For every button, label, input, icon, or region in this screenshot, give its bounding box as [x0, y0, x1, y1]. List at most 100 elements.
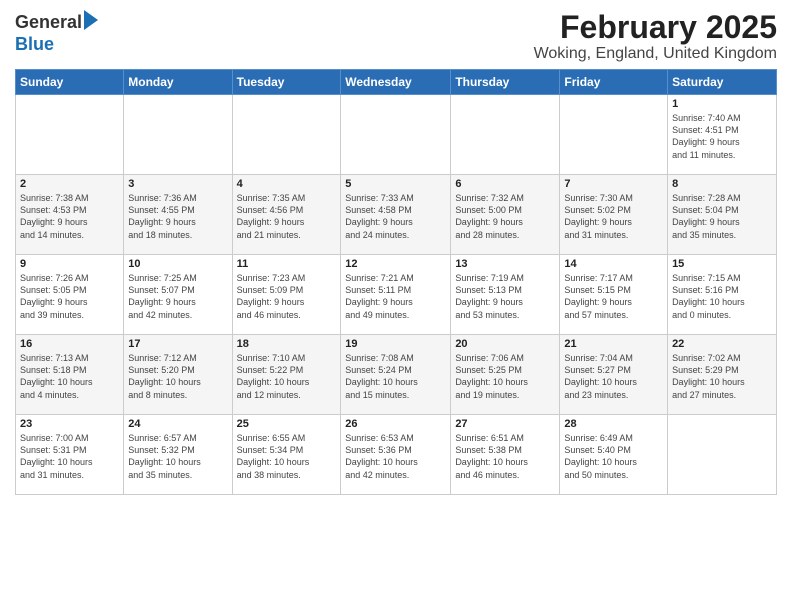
day-number: 27 [455, 418, 555, 430]
calendar-cell: 21 Sunrise: 7:04 AM Sunset: 5:27 PM Dayli… [560, 335, 668, 415]
calendar-cell [451, 95, 560, 175]
calendar-cell: 23Sunrise: 7:00 AM Sunset: 5:31 PM Dayli… [16, 415, 124, 495]
calendar-cell: 22 Sunrise: 7:02 AM Sunset: 5:29 PM Dayli… [668, 335, 777, 415]
day-number: 7 [564, 178, 663, 190]
calendar-cell: 7 Sunrise: 7:30 AM Sunset: 5:02 PM Daylig… [560, 175, 668, 255]
header: General Blue February 2025 Woking, Engla… [15, 10, 777, 63]
calendar-cell: 28 Sunrise: 6:49 AM Sunset: 5:40 PM Dayli… [560, 415, 668, 495]
day-number: 20 [455, 338, 555, 350]
calendar-cell: 9 Sunrise: 7:26 AM Sunset: 5:05 PM Daylig… [16, 255, 124, 335]
logo-text: General [15, 10, 98, 34]
calendar-cell: 26 Sunrise: 6:53 AM Sunset: 5:36 PM Dayli… [341, 415, 451, 495]
day-number: 12 [345, 258, 446, 270]
day-number: 24 [128, 418, 227, 430]
calendar-cell: 6 Sunrise: 7:32 AM Sunset: 5:00 PM Daylig… [451, 175, 560, 255]
day-info: Sunrise: 7:19 AM Sunset: 5:13 PM Dayligh… [455, 272, 555, 321]
day-info: Sunrise: 7:15 AM Sunset: 5:16 PM Dayligh… [672, 272, 772, 321]
calendar-cell: 3Sunrise: 7:36 AM Sunset: 4:55 PM Daylig… [124, 175, 232, 255]
day-info: Sunrise: 7:10 AM Sunset: 5:22 PM Dayligh… [237, 352, 337, 401]
calendar-cell: 17 Sunrise: 7:12 AM Sunset: 5:20 PM Dayli… [124, 335, 232, 415]
day-number: 28 [564, 418, 663, 430]
col-header-tuesday: Tuesday [232, 70, 341, 95]
day-number: 22 [672, 338, 772, 350]
day-info: Sunrise: 7:04 AM Sunset: 5:27 PM Dayligh… [564, 352, 663, 401]
logo-blue: Blue [15, 34, 54, 55]
day-info: Sunrise: 7:38 AM Sunset: 4:53 PM Dayligh… [20, 192, 119, 241]
day-number: 11 [237, 258, 337, 270]
day-number: 10 [128, 258, 227, 270]
day-number: 2 [20, 178, 119, 190]
day-info: Sunrise: 7:12 AM Sunset: 5:20 PM Dayligh… [128, 352, 227, 401]
day-number: 6 [455, 178, 555, 190]
calendar-subtitle: Woking, England, United Kingdom [534, 45, 777, 63]
day-info: Sunrise: 6:51 AM Sunset: 5:38 PM Dayligh… [455, 432, 555, 481]
page: General Blue February 2025 Woking, Engla… [0, 0, 792, 612]
day-number: 16 [20, 338, 119, 350]
calendar-week-3: 9 Sunrise: 7:26 AM Sunset: 5:05 PM Daylig… [16, 255, 777, 335]
calendar-cell: 12Sunrise: 7:21 AM Sunset: 5:11 PM Dayli… [341, 255, 451, 335]
calendar-cell: 8 Sunrise: 7:28 AM Sunset: 5:04 PM Daylig… [668, 175, 777, 255]
day-info: Sunrise: 7:23 AM Sunset: 5:09 PM Dayligh… [237, 272, 337, 321]
calendar-cell: 19Sunrise: 7:08 AM Sunset: 5:24 PM Dayli… [341, 335, 451, 415]
col-header-saturday: Saturday [668, 70, 777, 95]
calendar-cell: 14 Sunrise: 7:17 AM Sunset: 5:15 PM Dayli… [560, 255, 668, 335]
logo: General Blue [15, 10, 98, 55]
calendar-table: SundayMondayTuesdayWednesdayThursdayFrid… [15, 69, 777, 495]
calendar-header-row: SundayMondayTuesdayWednesdayThursdayFrid… [16, 70, 777, 95]
col-header-thursday: Thursday [451, 70, 560, 95]
calendar-cell: 15 Sunrise: 7:15 AM Sunset: 5:16 PM Dayli… [668, 255, 777, 335]
day-number: 1 [672, 98, 772, 110]
day-number: 17 [128, 338, 227, 350]
calendar-cell: 10 Sunrise: 7:25 AM Sunset: 5:07 PM Dayli… [124, 255, 232, 335]
day-number: 9 [20, 258, 119, 270]
calendar-cell [341, 95, 451, 175]
day-number: 14 [564, 258, 663, 270]
day-info: Sunrise: 7:26 AM Sunset: 5:05 PM Dayligh… [20, 272, 119, 321]
day-number: 18 [237, 338, 337, 350]
day-number: 5 [345, 178, 446, 190]
col-header-monday: Monday [124, 70, 232, 95]
calendar-cell: 11 Sunrise: 7:23 AM Sunset: 5:09 PM Dayli… [232, 255, 341, 335]
day-info: Sunrise: 6:49 AM Sunset: 5:40 PM Dayligh… [564, 432, 663, 481]
calendar-week-2: 2 Sunrise: 7:38 AM Sunset: 4:53 PM Daylig… [16, 175, 777, 255]
day-number: 13 [455, 258, 555, 270]
calendar-cell: 27 Sunrise: 6:51 AM Sunset: 5:38 PM Dayli… [451, 415, 560, 495]
day-info: Sunrise: 7:25 AM Sunset: 5:07 PM Dayligh… [128, 272, 227, 321]
day-info: Sunrise: 6:57 AM Sunset: 5:32 PM Dayligh… [128, 432, 227, 481]
calendar-cell [232, 95, 341, 175]
day-number: 23 [20, 418, 119, 430]
day-info: Sunrise: 6:53 AM Sunset: 5:36 PM Dayligh… [345, 432, 446, 481]
day-number: 8 [672, 178, 772, 190]
day-number: 21 [564, 338, 663, 350]
col-header-friday: Friday [560, 70, 668, 95]
calendar-cell: 5 Sunrise: 7:33 AM Sunset: 4:58 PM Daylig… [341, 175, 451, 255]
day-info: Sunrise: 7:17 AM Sunset: 5:15 PM Dayligh… [564, 272, 663, 321]
calendar-cell: 1Sunrise: 7:40 AM Sunset: 4:51 PM Daylig… [668, 95, 777, 175]
day-info: Sunrise: 6:55 AM Sunset: 5:34 PM Dayligh… [237, 432, 337, 481]
day-info: Sunrise: 7:28 AM Sunset: 5:04 PM Dayligh… [672, 192, 772, 241]
calendar-cell: 2 Sunrise: 7:38 AM Sunset: 4:53 PM Daylig… [16, 175, 124, 255]
calendar-week-5: 23Sunrise: 7:00 AM Sunset: 5:31 PM Dayli… [16, 415, 777, 495]
title-block: February 2025 Woking, England, United Ki… [534, 10, 777, 63]
calendar-cell [560, 95, 668, 175]
day-info: Sunrise: 7:33 AM Sunset: 4:58 PM Dayligh… [345, 192, 446, 241]
calendar-week-1: 1Sunrise: 7:40 AM Sunset: 4:51 PM Daylig… [16, 95, 777, 175]
calendar-cell: 4Sunrise: 7:35 AM Sunset: 4:56 PM Daylig… [232, 175, 341, 255]
day-info: Sunrise: 7:13 AM Sunset: 5:18 PM Dayligh… [20, 352, 119, 401]
col-header-sunday: Sunday [16, 70, 124, 95]
day-number: 25 [237, 418, 337, 430]
day-number: 19 [345, 338, 446, 350]
calendar-cell: 25 Sunrise: 6:55 AM Sunset: 5:34 PM Dayli… [232, 415, 341, 495]
day-info: Sunrise: 7:30 AM Sunset: 5:02 PM Dayligh… [564, 192, 663, 241]
day-info: Sunrise: 7:02 AM Sunset: 5:29 PM Dayligh… [672, 352, 772, 401]
day-info: Sunrise: 7:32 AM Sunset: 5:00 PM Dayligh… [455, 192, 555, 241]
calendar-cell [668, 415, 777, 495]
calendar-week-4: 16 Sunrise: 7:13 AM Sunset: 5:18 PM Dayli… [16, 335, 777, 415]
logo-general: General [15, 12, 82, 33]
calendar-cell [124, 95, 232, 175]
day-number: 15 [672, 258, 772, 270]
calendar-cell: 24 Sunrise: 6:57 AM Sunset: 5:32 PM Dayli… [124, 415, 232, 495]
calendar-title: February 2025 [534, 10, 777, 45]
day-number: 26 [345, 418, 446, 430]
calendar-cell: 13 Sunrise: 7:19 AM Sunset: 5:13 PM Dayli… [451, 255, 560, 335]
